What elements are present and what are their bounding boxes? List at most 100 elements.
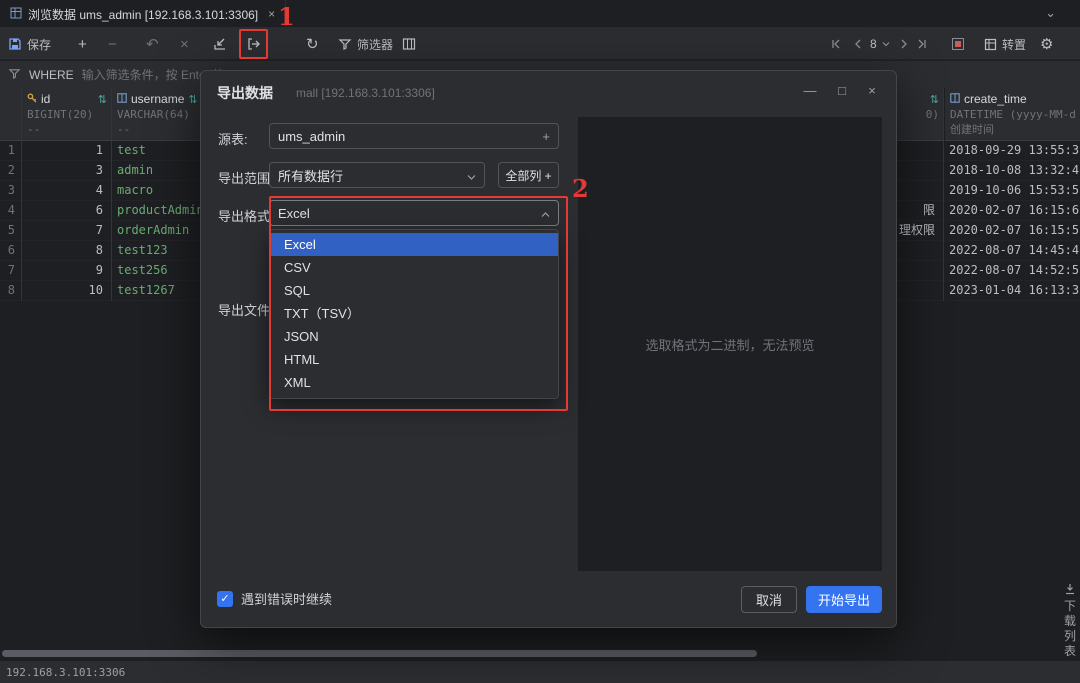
row-number[interactable]: 4 bbox=[0, 201, 21, 221]
undo-button[interactable]: ↶ bbox=[146, 28, 159, 60]
row-number[interactable]: 3 bbox=[0, 181, 21, 201]
cell-note[interactable] bbox=[897, 261, 943, 281]
cell-create-time[interactable]: 2019-10-06 15:53:5 bbox=[945, 181, 1080, 201]
column-note-partial: ⇅ 0) 限 理权限 bbox=[897, 88, 944, 301]
column-icon bbox=[117, 92, 127, 106]
column-id: id ⇅ BIGINT(20) -- 1 3 4 6 7 8 9 10 bbox=[22, 88, 112, 301]
add-table-icon[interactable]: + bbox=[542, 129, 550, 144]
row-number[interactable]: 6 bbox=[0, 241, 21, 261]
cell-id[interactable]: 1 bbox=[22, 141, 111, 161]
tab-list-chevron-icon[interactable]: ⌄ bbox=[1045, 5, 1056, 21]
all-columns-button[interactable]: 全部列 + bbox=[498, 162, 559, 188]
last-page-icon bbox=[916, 38, 928, 50]
add-row-button[interactable]: + bbox=[78, 28, 87, 60]
annotation-digit-2: 2 bbox=[572, 177, 589, 201]
row-number-column: 1 2 3 4 5 6 7 8 bbox=[0, 88, 22, 301]
cell-id[interactable]: 4 bbox=[22, 181, 111, 201]
cancel-button[interactable]: 取消 bbox=[741, 586, 797, 613]
import-icon bbox=[212, 36, 228, 52]
column-create-time: create_time DATETIME (yyyy-MM-d 创建时间 201… bbox=[945, 88, 1080, 301]
tab-browse-data[interactable]: 浏览数据 ums_admin [192.168.3.101:3306] × bbox=[0, 0, 286, 28]
cell-id[interactable]: 7 bbox=[22, 221, 111, 241]
cell-note[interactable] bbox=[897, 181, 943, 201]
save-button[interactable]: 保存 bbox=[8, 28, 51, 60]
minimize-icon[interactable]: — bbox=[799, 81, 821, 101]
download-icon bbox=[1064, 583, 1076, 598]
cell-username[interactable]: admin bbox=[112, 161, 200, 181]
transpose-button[interactable]: 转置 bbox=[984, 28, 1026, 60]
horizontal-scrollbar[interactable] bbox=[2, 650, 757, 657]
preview-panel: 选取格式为二进制，无法预览 bbox=[578, 117, 882, 571]
row-number[interactable]: 8 bbox=[0, 281, 21, 301]
cell-create-time[interactable]: 2022-08-07 14:45:4 bbox=[945, 241, 1080, 261]
cell-create-time[interactable]: 2018-09-29 13:55:3 bbox=[945, 141, 1080, 161]
delete-row-button[interactable]: − bbox=[108, 28, 117, 60]
row-number[interactable]: 5 bbox=[0, 221, 21, 241]
row-number[interactable]: 7 bbox=[0, 261, 21, 281]
cell-username[interactable]: test bbox=[112, 141, 200, 161]
close-icon[interactable]: × bbox=[861, 81, 883, 101]
start-export-button[interactable]: 开始导出 bbox=[806, 586, 882, 613]
save-icon bbox=[8, 37, 22, 51]
sort-icon[interactable]: ⇅ bbox=[930, 93, 939, 106]
import-data-button[interactable] bbox=[212, 28, 228, 60]
cell-note[interactable] bbox=[897, 281, 943, 301]
transpose-icon bbox=[984, 38, 997, 51]
column-header-note-partial[interactable]: ⇅ 0) bbox=[897, 88, 943, 141]
cell-create-time[interactable]: 2023-01-04 16:13:3 bbox=[945, 281, 1080, 301]
cell-id[interactable]: 8 bbox=[22, 241, 111, 261]
cell-username[interactable]: orderAdmin bbox=[112, 221, 200, 241]
annotation-box-step2 bbox=[269, 196, 568, 411]
cell-username[interactable]: productAdmin bbox=[112, 201, 200, 221]
cell-note[interactable] bbox=[897, 141, 943, 161]
first-page-icon bbox=[830, 38, 842, 50]
tab-close-icon[interactable]: × bbox=[268, 7, 275, 21]
cell-note[interactable] bbox=[897, 241, 943, 261]
refresh-button[interactable]: ↻ bbox=[306, 28, 319, 60]
source-table-input[interactable]: ums_admin + bbox=[269, 123, 559, 149]
column-header-id[interactable]: id ⇅ BIGINT(20) -- bbox=[22, 88, 111, 141]
download-list-toolbutton[interactable]: 下 载 列 表 bbox=[1061, 583, 1079, 658]
source-table-label: 源表: bbox=[218, 129, 248, 148]
cell-id[interactable]: 10 bbox=[22, 281, 111, 301]
cell-username[interactable]: macro bbox=[112, 181, 200, 201]
stop-loading-button[interactable] bbox=[952, 28, 964, 60]
settings-button[interactable]: ⚙ bbox=[1040, 28, 1053, 60]
cell-create-time[interactable]: 2020-02-07 16:15:5 bbox=[945, 221, 1080, 241]
cell-username[interactable]: test256 bbox=[112, 261, 200, 281]
column-header-create-time[interactable]: create_time DATETIME (yyyy-MM-d 创建时间 bbox=[945, 88, 1080, 141]
sort-icon[interactable]: ⇅ bbox=[98, 93, 107, 106]
column-username: username ⇅ VARCHAR(64) -- test admin mac… bbox=[112, 88, 200, 301]
cell-create-time[interactable]: 2020-02-07 16:15:6 bbox=[945, 201, 1080, 221]
cell-note[interactable]: 理权限 bbox=[897, 221, 943, 241]
annotation-box-step1 bbox=[239, 29, 268, 59]
cell-note[interactable] bbox=[897, 161, 943, 181]
page-size-select[interactable]: 8 bbox=[870, 28, 890, 60]
annotation-digit-1: 1 bbox=[278, 5, 295, 29]
cell-create-time[interactable]: 2022-08-07 14:52:5 bbox=[945, 261, 1080, 281]
last-page-button[interactable] bbox=[916, 28, 928, 60]
column-header-username[interactable]: username ⇅ VARCHAR(64) -- bbox=[112, 88, 200, 141]
cell-id[interactable]: 3 bbox=[22, 161, 111, 181]
export-range-select[interactable]: 所有数据行 bbox=[269, 162, 485, 188]
filter-button[interactable]: 筛选器 bbox=[338, 28, 393, 60]
sort-icon[interactable]: ⇅ bbox=[188, 93, 197, 106]
cell-note[interactable]: 限 bbox=[897, 201, 943, 221]
prev-page-button[interactable] bbox=[852, 28, 864, 60]
row-number[interactable]: 2 bbox=[0, 161, 21, 181]
next-page-button[interactable] bbox=[898, 28, 910, 60]
cell-create-time[interactable]: 2018-10-08 13:32:4 bbox=[945, 161, 1080, 181]
cell-username[interactable]: test1267 bbox=[112, 281, 200, 301]
first-page-button[interactable] bbox=[830, 28, 842, 60]
continue-on-error-checkbox[interactable]: ✓ bbox=[217, 591, 233, 607]
row-number[interactable]: 1 bbox=[0, 141, 21, 161]
chevron-down-icon bbox=[882, 41, 890, 47]
prev-page-icon bbox=[852, 38, 864, 50]
cell-username[interactable]: test123 bbox=[112, 241, 200, 261]
tab-bar: 浏览数据 ums_admin [192.168.3.101:3306] × ⌄ bbox=[0, 0, 1080, 28]
column-view-button[interactable] bbox=[402, 28, 416, 60]
cell-id[interactable]: 6 bbox=[22, 201, 111, 221]
revert-button[interactable]: × bbox=[180, 28, 189, 60]
maximize-icon[interactable]: □ bbox=[831, 81, 853, 101]
cell-id[interactable]: 9 bbox=[22, 261, 111, 281]
